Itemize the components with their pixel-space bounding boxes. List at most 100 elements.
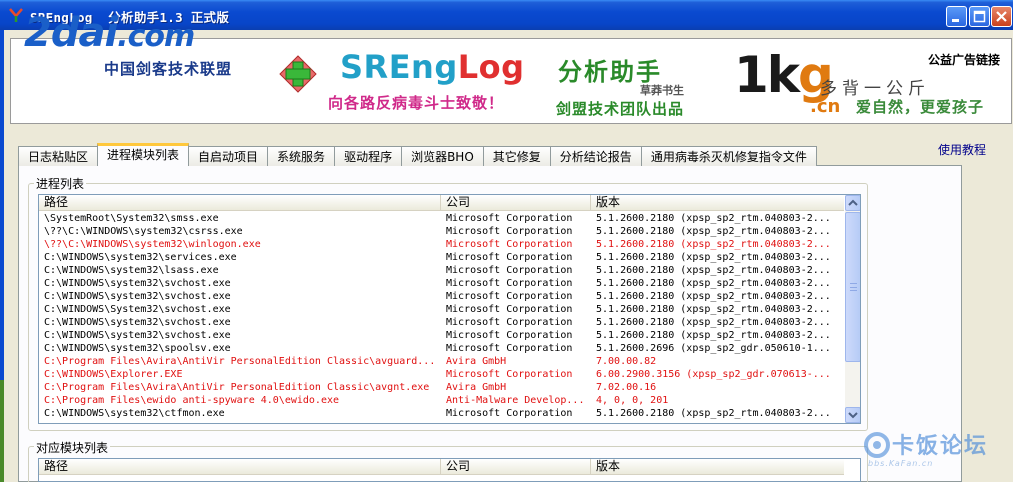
watermark-text: 卡饭论坛	[892, 434, 989, 459]
table-row[interactable]: C:\WINDOWS\system32\ctfmon.exe Microsoft …	[39, 407, 844, 420]
table-row[interactable]: C:\WINDOWS\system32\spoolsv.exe Microsoft…	[39, 342, 844, 355]
table-row[interactable]: C:\WINDOWS\system32\svchost.exe Microsoft…	[39, 290, 844, 303]
cell-company: Microsoft Corporation	[446, 265, 573, 276]
table-row[interactable]: C:\Program Files\Avira\AntiVir PersonalE…	[39, 381, 844, 394]
cell-company: Microsoft Corporation	[446, 330, 573, 341]
column-path[interactable]: 路径	[39, 195, 441, 210]
cell-company: Microsoft Corporation	[446, 408, 573, 419]
cell-path: C:\WINDOWS\system32\svchost.exe	[44, 317, 231, 328]
process-list-rows: \SystemRoot\System32\smss.exe Microsoft C…	[39, 212, 844, 420]
table-row[interactable]: C:\WINDOWS\System32\svchost.exe Microsoft…	[39, 303, 844, 316]
cell-company: Microsoft Corporation	[446, 317, 573, 328]
process-list-scrollbar[interactable]	[845, 195, 860, 423]
cell-path: C:\WINDOWS\System32\svchost.exe	[44, 304, 231, 315]
table-row[interactable]: \SystemRoot\System32\smss.exe Microsoft C…	[39, 212, 844, 225]
scroll-down-button[interactable]	[845, 407, 860, 423]
cell-path: \??\C:\WINDOWS\system32\winlogon.exe	[44, 239, 261, 250]
table-row[interactable]: C:\WINDOWS\system32\lsass.exe Microsoft C…	[39, 264, 844, 277]
table-row[interactable]: C:\WINDOWS\system32\services.exe Microsof…	[39, 251, 844, 264]
cell-path: C:\Program Files\Avira\AntiVir PersonalE…	[44, 356, 436, 367]
cell-version: 5.1.2600.2180 (xpsp_sp2_rtm.040803-2...	[596, 304, 831, 315]
cell-company: Microsoft Corporation	[446, 304, 573, 315]
cell-version: 5.1.2600.2180 (xpsp_sp2_rtm.040803-2...	[596, 213, 831, 224]
cell-version: 5.1.2600.2180 (xpsp_sp2_rtm.040803-2...	[596, 278, 831, 289]
logo-2dai[interactable]: 2dai.com 中国剑客技术联盟	[24, 10, 254, 80]
cell-version: 4, 0, 0, 201	[596, 395, 669, 406]
cell-company: Microsoft Corporation	[446, 369, 573, 380]
tab-drivers[interactable]: 驱动程序	[334, 146, 403, 166]
tab-process-modules[interactable]: 进程模块列表	[97, 143, 190, 166]
cell-version: 7.02.00.16	[596, 382, 657, 393]
product-author: 草莽书生	[640, 84, 684, 97]
help-link[interactable]: 使用教程	[938, 141, 986, 158]
chevron-down-icon	[848, 412, 858, 419]
table-row[interactable]: C:\WINDOWS\system32\svchost.exe Microsoft…	[39, 316, 844, 329]
module-column-version[interactable]: 版本	[591, 459, 844, 474]
tab-strip: 日志粘贴区 进程模块列表 自启动项目 系统服务 驱动程序 浏览器BHO 其它修复…	[18, 143, 817, 166]
forum-logo-icon	[864, 432, 890, 458]
logo-2dai-subtitle: 中国剑客技术联盟	[104, 60, 233, 78]
module-column-path[interactable]: 路径	[39, 459, 441, 474]
cell-company: Microsoft Corporation	[446, 278, 573, 289]
cell-company: Microsoft Corporation	[446, 213, 573, 224]
cell-version: 5.1.2600.2180 (xpsp_sp2_rtm.040803-2...	[596, 317, 831, 328]
cell-version: 6.00.2900.3156 (xpsp_sp2_gdr.070613-...	[596, 369, 831, 380]
tab-log-paste[interactable]: 日志粘贴区	[18, 146, 99, 166]
cell-version: 7.00.00.82	[596, 356, 657, 367]
table-row[interactable]: C:\Program Files\Avira\AntiVir PersonalE…	[39, 355, 844, 368]
maximize-icon	[973, 10, 986, 23]
cell-company: Microsoft Corporation	[446, 291, 573, 302]
tab-services[interactable]: 系统服务	[267, 146, 336, 166]
logo-2dai-text: 2dai.com	[24, 10, 195, 56]
ad-link[interactable]: 公益广告链接	[928, 51, 1000, 68]
cell-company: Microsoft Corporation	[446, 343, 573, 354]
table-row[interactable]: \??\C:\WINDOWS\system32\winlogon.exe Micr…	[39, 238, 844, 251]
logo-1kg-cn: .cn	[810, 96, 841, 117]
process-list-header: 路径 公司 版本	[39, 195, 844, 211]
cell-path: \??\C:\WINDOWS\system32\csrss.exe	[44, 226, 243, 237]
sreng-logo: SREngLog	[340, 48, 525, 86]
banner-team: 剑盟技术团队出品	[556, 100, 685, 118]
column-company[interactable]: 公司	[441, 195, 591, 210]
desktop-edge	[0, 380, 4, 482]
tab-repair-commands[interactable]: 通用病毒杀灭机修复指令文件	[640, 146, 817, 166]
red-cross-icon	[279, 55, 317, 93]
column-version[interactable]: 版本	[591, 195, 844, 210]
table-row[interactable]: \??\C:\WINDOWS\system32\csrss.exe Microso…	[39, 225, 844, 238]
cell-path: C:\WINDOWS\system32\lsass.exe	[44, 265, 219, 276]
tab-analysis-report[interactable]: 分析结论报告	[549, 146, 642, 166]
table-row[interactable]: C:\WINDOWS\system32\svchost.exe Microsoft…	[39, 277, 844, 290]
cell-version: 5.1.2600.2180 (xpsp_sp2_rtm.040803-2...	[596, 330, 831, 341]
cell-path: C:\WINDOWS\Explorer.EXE	[44, 369, 183, 380]
cell-version: 5.1.2600.2180 (xpsp_sp2_rtm.040803-2...	[596, 252, 831, 263]
tab-browser-bho[interactable]: 浏览器BHO	[401, 146, 484, 166]
chevron-up-icon	[848, 199, 858, 206]
close-button[interactable]	[991, 6, 1012, 27]
app-icon	[9, 8, 23, 22]
tab-autostart[interactable]: 自启动项目	[188, 146, 269, 166]
cell-company: Microsoft Corporation	[446, 226, 573, 237]
cell-company: Anti-Malware Develop...	[446, 395, 585, 406]
module-list[interactable]: 路径 公司 版本	[38, 458, 861, 482]
scroll-thumb[interactable]	[845, 212, 860, 362]
process-list[interactable]: 路径 公司 版本 \SystemRoot\System32\smss.exe Mi…	[38, 194, 861, 424]
cell-company: Microsoft Corporation	[446, 239, 573, 250]
scroll-up-button[interactable]	[845, 195, 860, 211]
forum-watermark: 卡饭论坛 bbs.KaFan.cn	[858, 428, 1008, 472]
table-row[interactable]: C:\WINDOWS\system32\svchost.exe Microsoft…	[39, 329, 844, 342]
logo-1kg-tagline-2: 爱自然，更爱孩子	[856, 98, 985, 116]
minimize-button[interactable]	[946, 6, 967, 27]
cell-path: C:\WINDOWS\system32\svchost.exe	[44, 291, 231, 302]
cell-path: \SystemRoot\System32\smss.exe	[44, 213, 219, 224]
maximize-button[interactable]	[969, 6, 990, 27]
table-row[interactable]: C:\Program Files\ewido anti-spyware 4.0\…	[39, 394, 844, 407]
cell-company: Avira GmbH	[446, 382, 507, 393]
module-column-company[interactable]: 公司	[441, 459, 591, 474]
cell-path: C:\Program Files\Avira\AntiVir PersonalE…	[44, 382, 430, 393]
table-row[interactable]: C:\WINDOWS\Explorer.EXE Microsoft Corpora…	[39, 368, 844, 381]
scroll-grip-icon	[850, 283, 857, 291]
banner-slogan: 向各路反病毒斗士致敬！	[328, 94, 505, 112]
process-list-label: 进程列表	[34, 175, 87, 192]
cell-company: Avira GmbH	[446, 356, 507, 367]
tab-other-fixes[interactable]: 其它修复	[482, 146, 551, 166]
